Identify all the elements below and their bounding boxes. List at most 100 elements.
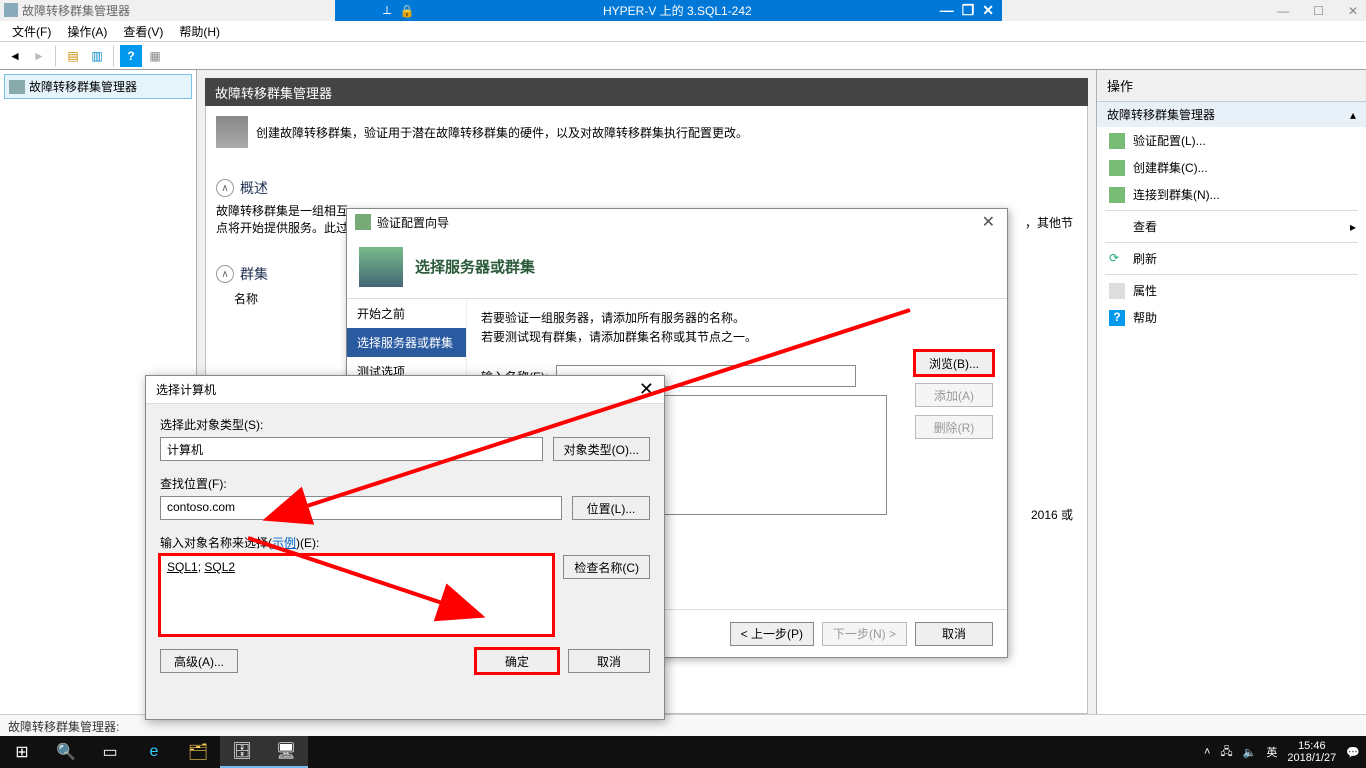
location-button[interactable]: 位置(L)...	[572, 496, 650, 520]
prev-button[interactable]: < 上一步(P)	[730, 622, 814, 646]
action-label: 帮助	[1133, 309, 1157, 326]
properties-icon	[1109, 283, 1125, 299]
text-fragment2: 2016 或	[1031, 506, 1073, 523]
remove-button: 删除(R)	[915, 415, 993, 439]
names-label-prefix: 输入对象名称来选择(	[160, 536, 272, 550]
action-create[interactable]: 创建群集(C)...	[1097, 154, 1366, 181]
menubar: 文件(F) 操作(A) 查看(V) 帮助(H)	[0, 21, 1366, 42]
check-names-button[interactable]: 检查名称(C)	[563, 555, 650, 579]
text-fragment: ，其他节	[1025, 214, 1073, 231]
collapse-icon[interactable]: ▴	[1350, 108, 1356, 122]
lock-icon[interactable]: 🔒	[399, 3, 415, 19]
taskbar: ⊞ 🔍 ▭ e 🗂 🗄 🖥 ˄ 🖧 🔈 英 15:46 2018/1/27 💬	[0, 736, 1366, 768]
edge-icon[interactable]: e	[132, 736, 176, 768]
object-type-button[interactable]: 对象类型(O)...	[553, 437, 650, 461]
clusters-header: 群集	[240, 264, 268, 284]
clustermgr-icon[interactable]: 🖥	[264, 736, 308, 768]
tray-chevron-icon[interactable]: ˄	[1204, 746, 1210, 758]
names-label-suffix: )(E):	[296, 536, 319, 550]
location-field: contoso.com	[160, 496, 562, 520]
host-app-title: 故障转移群集管理器	[0, 2, 130, 19]
nav-back-icon[interactable]: ◄	[4, 45, 26, 67]
cluster-icon	[216, 116, 248, 148]
vm-close-icon[interactable]: ✕	[982, 2, 994, 19]
wizard-desc1: 若要验证一组服务器，请添加所有服务器的名称。	[481, 309, 993, 328]
tree-root-label: 故障转移群集管理器	[29, 78, 137, 95]
names-label: 输入对象名称来选择(示例)(E):	[160, 534, 650, 551]
validate-icon	[1109, 133, 1125, 149]
clock[interactable]: 15:46 2018/1/27	[1287, 740, 1336, 764]
divider	[1105, 210, 1358, 211]
menu-help[interactable]: 帮助(H)	[173, 21, 226, 42]
action-view[interactable]: 查看▸	[1097, 213, 1366, 240]
close-icon[interactable]: ✕	[978, 212, 999, 232]
servermgr-icon[interactable]: 🗄	[220, 736, 264, 768]
host-minimize-icon[interactable]: —	[1277, 4, 1289, 18]
layout-icon[interactable]: ▦	[144, 45, 166, 67]
vm-title: HYPER-V 上的 3.SQL1-242	[415, 2, 940, 19]
wizard-step-before[interactable]: 开始之前	[347, 299, 466, 328]
wizard-header-text: 选择服务器或群集	[415, 256, 535, 277]
advanced-button[interactable]: 高级(A)...	[160, 649, 238, 673]
object-type-value: 计算机	[167, 443, 203, 457]
separator	[55, 45, 57, 67]
object-type-field: 计算机	[160, 437, 543, 461]
panel2-icon[interactable]: ▥	[86, 45, 108, 67]
action-connect[interactable]: 连接到群集(N)...	[1097, 181, 1366, 208]
action-help[interactable]: ?帮助	[1097, 304, 1366, 331]
host-maximize-icon[interactable]: ☐	[1313, 4, 1324, 18]
ime-indicator[interactable]: 英	[1266, 744, 1277, 760]
vm-restore-icon[interactable]: ❐	[962, 2, 975, 19]
action-label: 刷新	[1133, 250, 1157, 267]
menu-action[interactable]: 操作(A)	[61, 21, 113, 42]
help-icon[interactable]: ?	[120, 45, 142, 67]
cancel-button[interactable]: 取消	[568, 649, 650, 673]
thumbtack-icon[interactable]: ⟂	[379, 3, 395, 19]
panel1-icon[interactable]: ▤	[62, 45, 84, 67]
vm-minimize-icon[interactable]: —	[940, 2, 954, 19]
vm-titlebar: 故障转移群集管理器 ⟂ 🔒 HYPER-V 上的 3.SQL1-242 — ❐ …	[0, 0, 1366, 21]
wizard-icon	[355, 214, 371, 230]
divider	[1105, 274, 1358, 275]
menu-file[interactable]: 文件(F)	[6, 21, 57, 42]
object-names-input[interactable]: SQL1; SQL2	[160, 555, 553, 635]
tree-root-item[interactable]: 故障转移群集管理器	[4, 74, 192, 99]
action-props[interactable]: 属性	[1097, 277, 1366, 304]
action-label: 连接到群集(N)...	[1133, 186, 1220, 203]
cancel-button[interactable]: 取消	[915, 622, 993, 646]
network-icon[interactable]: 🖧	[1220, 743, 1232, 762]
chevron-up-icon[interactable]: ∧	[216, 265, 234, 283]
chevron-up-icon[interactable]: ∧	[216, 179, 234, 197]
taskview-icon[interactable]: ▭	[88, 736, 132, 768]
action-label: 创建群集(C)...	[1133, 159, 1208, 176]
next-button: 下一步(N) >	[822, 622, 907, 646]
select-dialog-title: 选择计算机	[156, 381, 216, 398]
example-link[interactable]: 示例	[272, 536, 296, 550]
volume-icon[interactable]: 🔈	[1243, 746, 1257, 759]
nav-fwd-icon[interactable]: ►	[28, 45, 50, 67]
explorer-icon[interactable]: 🗂	[176, 736, 220, 768]
action-validate[interactable]: 验证配置(L)...	[1097, 127, 1366, 154]
create-icon	[1109, 160, 1125, 176]
close-icon[interactable]: ✕	[639, 379, 654, 400]
host-close-icon[interactable]: ✕	[1348, 4, 1358, 18]
ok-button[interactable]: 确定	[476, 649, 558, 673]
clock-time: 15:46	[1287, 740, 1336, 752]
action-label: 查看	[1133, 218, 1157, 235]
search-icon[interactable]: 🔍	[44, 736, 88, 768]
wizard-desc2: 若要测试现有群集，请添加群集名称或其节点之一。	[481, 328, 993, 347]
content-title: 故障转移群集管理器	[205, 78, 1088, 106]
location-label: 查找位置(F):	[160, 475, 650, 492]
actions-header: 操作	[1097, 70, 1366, 102]
divider	[1105, 242, 1358, 243]
intro-text: 创建故障转移群集，验证用于潜在故障转移群集的硬件，以及对故障转移群集执行配置更改…	[256, 124, 748, 141]
menu-view[interactable]: 查看(V)	[117, 21, 169, 42]
notifications-icon[interactable]: 💬	[1346, 746, 1360, 759]
action-refresh[interactable]: ⟳刷新	[1097, 245, 1366, 272]
start-icon[interactable]: ⊞	[0, 736, 44, 768]
clock-date: 2018/1/27	[1287, 752, 1336, 764]
browse-button[interactable]: 浏览(B)...	[915, 351, 993, 375]
object-type-label: 选择此对象类型(S):	[160, 416, 650, 433]
cluster-manager-icon	[9, 80, 25, 94]
wizard-step-select[interactable]: 选择服务器或群集	[347, 328, 466, 357]
